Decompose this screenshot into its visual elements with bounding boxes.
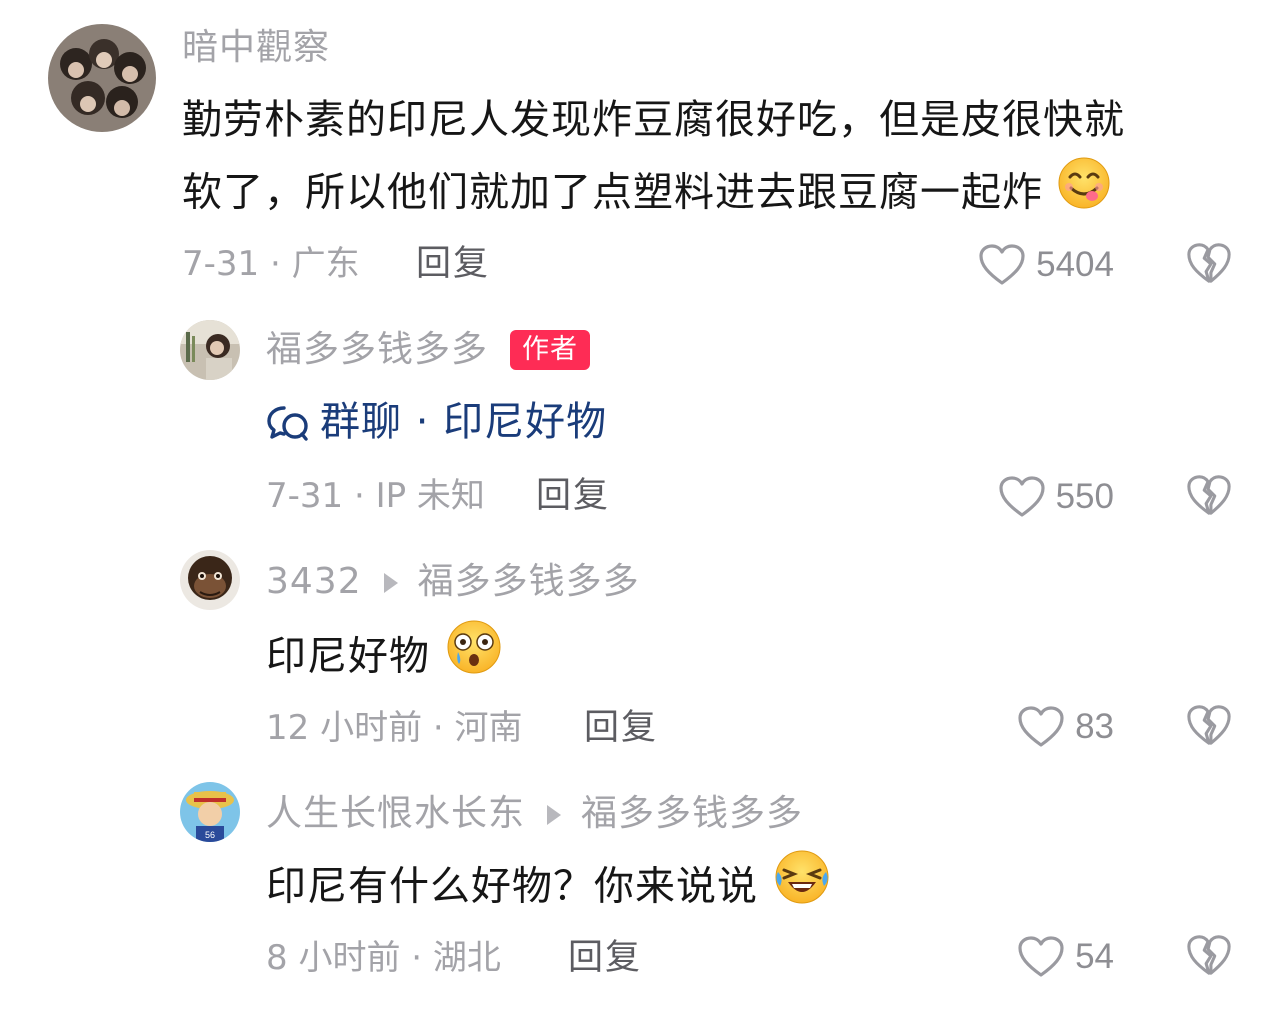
comment-username: 人生长恨水长东 福多多钱多多 [266,792,803,836]
reply-author[interactable]: 人生长恨水长东 [266,793,525,834]
group-link-text[interactable]: 群聊 · 印尼好物 [320,394,607,450]
reply-button[interactable]: 回复 [536,474,610,518]
dislike-button[interactable] [1186,702,1232,748]
reply-target[interactable]: 福多多钱多多 [581,793,803,834]
dislike-button[interactable] [1186,240,1232,286]
like-count: 5404 [1036,245,1114,284]
avatar[interactable] [48,24,156,132]
comment-text-line: 印尼有什么好物？你来说说 [266,863,758,910]
chat-bubbles-icon [267,406,308,441]
svg-text:56: 56 [205,830,215,840]
like-button[interactable]: 83 [1017,700,1114,754]
broken-heart-icon [1187,243,1231,283]
comment-text: 勤劳朴素的印尼人发现炸豆腐很好吃，但是皮很快就 [182,84,1125,156]
comment-text-line: 印尼好物 [266,633,430,680]
astonished-face-emoji [444,618,504,699]
comment-date-location: 7-31 · 广东 [182,244,360,284]
rolling-laughing-emoji [772,848,832,929]
comment-text: 印尼好物 [266,618,504,699]
reply-target[interactable]: 福多多钱多多 [418,561,640,602]
comment-text-line: 软了，所以他们就加了点塑料进去跟豆腐一起炸 [182,169,1043,216]
reply-button[interactable]: 回复 [584,706,658,750]
avatar[interactable] [180,550,240,610]
heart-icon [1018,706,1064,747]
reply-button[interactable]: 回复 [416,242,490,286]
like-count: 54 [1075,937,1114,976]
like-count: 83 [1075,707,1114,746]
like-button[interactable]: 54 [1017,930,1114,984]
dislike-button[interactable] [1186,932,1232,978]
heart-icon [998,476,1045,517]
avatar[interactable] [180,320,240,380]
avatar[interactable]: 56 [180,782,240,842]
reply-arrow-icon [383,573,398,593]
comment-date-location: 8 小时前 · 湖北 [266,938,501,978]
dislike-button[interactable] [1186,472,1232,518]
comment-date-location: 12 小时前 · 河南 [266,708,523,748]
heart-icon [979,244,1025,285]
like-button[interactable]: 5404 [978,238,1114,292]
reply-arrow-icon [547,805,562,825]
heart-icon [1018,936,1064,977]
comment-date-location: 7-31 · IP 未知 [266,476,485,516]
yum-face-emoji [1057,156,1111,233]
group-chat-link[interactable]: 群聊 · 印尼好物 [266,394,607,450]
reply-author[interactable]: 3432 [266,561,362,602]
comment-text-line: 勤劳朴素的印尼人发现炸豆腐很好吃，但是皮很快就 [182,97,1125,143]
like-count: 550 [1055,477,1114,516]
reply-button[interactable]: 回复 [568,936,642,980]
comment-text: 软了，所以他们就加了点塑料进去跟豆腐一起炸 [182,156,1111,233]
comment-username[interactable]: 暗中觀察 [182,26,330,70]
author-badge: 作者 [510,330,590,370]
broken-heart-icon [1187,475,1231,515]
like-button[interactable]: 550 [998,470,1114,524]
broken-heart-icon [1187,935,1231,975]
comment-username: 3432 福多多钱多多 [266,560,640,604]
comment-text: 印尼有什么好物？你来说说 [266,848,832,929]
comment-username[interactable]: 福多多钱多多 [266,328,488,372]
broken-heart-icon [1187,705,1231,745]
